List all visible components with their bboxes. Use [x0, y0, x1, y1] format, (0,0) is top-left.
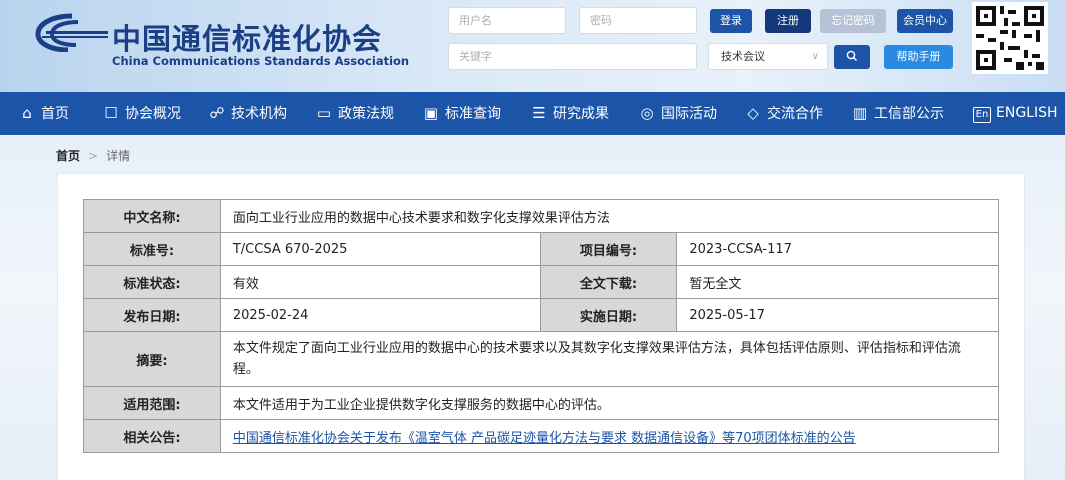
chevron-down-icon: ∨ [811, 51, 819, 62]
breadcrumb-home[interactable]: 首页 [56, 149, 80, 163]
chart-icon: ☐ [104, 104, 118, 122]
logo-chinese-name: 中国通信标准化协会 [112, 22, 383, 56]
impl-date-value: 2025-05-17 [676, 298, 999, 332]
nav-item-label: 技术机构 [231, 106, 287, 122]
nav-item-english[interactable]: En ENGLISH [973, 92, 1058, 135]
board-icon: ▥ [852, 104, 868, 122]
doc-icon: ☰ [532, 104, 546, 122]
main-navigation: ⌂ 首页 ☐ 协会概况 ☍ 技术机构 ▭ 政策法规 ▣ 标准查询 ☰ 研究成果 ◎ 国际活动 … [0, 92, 1065, 135]
nav-item-international[interactable]: ◎ 国际活动 [638, 92, 717, 135]
register-button[interactable]: 注册 [765, 9, 811, 33]
nav-item-label: 协会概况 [125, 106, 181, 122]
breadcrumb: 首页 > 详情 [56, 147, 130, 164]
table-row: 摘要: 本文件规定了面向工业行业应用的数据中心的技术要求以及其数字化支撑效果评估… [83, 331, 1000, 387]
scope-label: 适用范围: [83, 386, 221, 420]
member-center-button[interactable]: 会员中心 [897, 9, 953, 33]
proj-no-label: 项目编号: [539, 232, 678, 266]
cn-name-value: 面向工业行业应用的数据中心技术要求和数字化支撑效果评估方法 [219, 199, 1000, 233]
std-no-label: 标准号: [83, 232, 221, 266]
table-row: 相关公告: 中国通信标准化协会关于发布《温室气体 产品碳足迹量化方法与要求 数据… [83, 419, 1000, 453]
keyword-search-input[interactable] [448, 43, 697, 70]
pub-date-value: 2025-02-24 [219, 298, 541, 332]
help-manual-button[interactable]: 帮助手册 [884, 45, 953, 69]
table-row: 适用范围: 本文件适用于为工业企业提供数字化支撑服务的数据中心的评估。 [83, 386, 1000, 420]
nav-item-research[interactable]: ☰ 研究成果 [530, 92, 609, 135]
abstract-label: 摘要: [83, 331, 221, 387]
table-row: 标准号: T/CCSA 670-2025 项目编号: 2023-CCSA-117 [83, 232, 999, 266]
status-label: 标准状态: [83, 265, 221, 299]
nav-item-label: 标准查询 [445, 106, 501, 122]
logo-emblem-icon [35, 13, 108, 52]
search-icon [846, 50, 858, 64]
chevron-right-icon: > [88, 149, 99, 163]
nav-item-label: 国际活动 [661, 106, 717, 122]
related-notice-link[interactable]: 中国通信标准化协会关于发布《温室气体 产品碳足迹量化方法与要求 数据通信设备》等… [233, 431, 856, 446]
proj-no-value: 2023-CCSA-117 [676, 232, 999, 266]
nav-item-label: 工信部公示 [874, 106, 944, 122]
nav-item-tech-orgs[interactable]: ☍ 技术机构 [208, 92, 287, 135]
forgot-password-button[interactable]: 忘记密码 [820, 9, 886, 33]
username-input[interactable] [448, 7, 566, 34]
nav-item-miit-notice[interactable]: ▥ 工信部公示 [851, 92, 944, 135]
download-value: 暂无全文 [676, 265, 999, 299]
nav-item-label: 研究成果 [553, 106, 609, 122]
pub-date-label: 发布日期: [83, 298, 221, 332]
search-button[interactable] [834, 45, 870, 69]
nav-item-standard-query[interactable]: ▣ 标准查询 [422, 92, 501, 135]
window-icon: ▭ [316, 104, 332, 122]
cn-name-label: 中文名称: [83, 199, 221, 233]
standard-detail-table: 中文名称: 面向工业行业应用的数据中心技术要求和数字化支撑效果评估方法 标准号:… [83, 199, 1000, 453]
password-input[interactable] [579, 7, 697, 34]
table-row: 发布日期: 2025-02-24 实施日期: 2025-05-17 [83, 298, 999, 332]
site-logo[interactable]: 中国通信标准化协会 China Communications Standards… [32, 12, 409, 72]
org-icon: ☍ [209, 104, 225, 122]
abstract-value: 本文件规定了面向工业行业应用的数据中心的技术要求以及其数字化支撑效果评估方法，具… [219, 331, 1000, 387]
download-label: 全文下载: [539, 265, 678, 299]
nav-item-about[interactable]: ☐ 协会概况 [102, 92, 181, 135]
globe-icon: ◎ [640, 104, 654, 122]
qr-code [972, 2, 1048, 74]
table-row: 中文名称: 面向工业行业应用的数据中心技术要求和数字化支撑效果评估方法 [83, 199, 1000, 233]
login-button[interactable]: 登录 [710, 9, 752, 33]
logo-english-name: China Communications Standards Associati… [112, 54, 410, 68]
notice-label: 相关公告: [83, 419, 221, 453]
category-select-value: 技术会议 [721, 50, 765, 63]
home-icon: ⌂ [22, 104, 32, 122]
nav-item-home[interactable]: ⌂ 首页 [18, 92, 69, 135]
breadcrumb-current: 详情 [106, 149, 131, 163]
nav-item-label: 交流合作 [767, 106, 823, 122]
monitor-icon: ▣ [423, 104, 439, 122]
notice-cell: 中国通信标准化协会关于发布《温室气体 产品碳足迹量化方法与要求 数据通信设备》等… [219, 419, 1000, 453]
scope-value: 本文件适用于为工业企业提供数字化支撑服务的数据中心的评估。 [219, 386, 1000, 420]
nav-item-label: ENGLISH [996, 105, 1058, 121]
nav-item-cooperation[interactable]: ◇ 交流合作 [744, 92, 823, 135]
site-header: 中国通信标准化协会 China Communications Standards… [0, 0, 1065, 92]
category-select[interactable]: 技术会议 ∨ [708, 43, 828, 70]
handshake-icon: ◇ [747, 104, 759, 122]
std-no-value: T/CCSA 670-2025 [219, 232, 541, 266]
nav-item-label: 政策法规 [338, 106, 394, 122]
table-row: 标准状态: 有效 全文下载: 暂无全文 [83, 265, 999, 299]
nav-item-label: 首页 [41, 106, 69, 122]
impl-date-label: 实施日期: [539, 298, 678, 332]
nav-item-policy[interactable]: ▭ 政策法规 [315, 92, 394, 135]
en-icon: En [973, 107, 991, 123]
status-value: 有效 [219, 265, 541, 299]
